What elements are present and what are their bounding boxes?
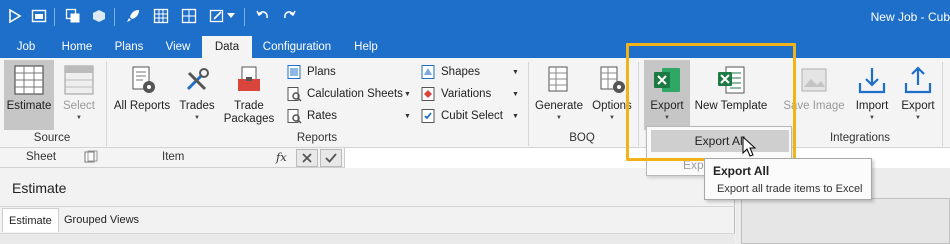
title-bar: New Job - Cub [0,0,950,36]
group-label-integrations: Integrations [829,132,891,144]
trade-packages-button[interactable]: Trade Packages [222,60,276,130]
rates-search-icon [286,108,302,124]
sheet-label: Sheet [26,151,57,163]
ribbon: Estimate Select ▼ Source All Reports Tra… [0,58,950,148]
chevron-down-icon: ▼ [915,115,921,121]
generate-button[interactable]: Generate ▼ [532,60,586,130]
toolbar-separator [54,8,55,26]
tooltip-description: Export all trade items to Excel [717,183,863,195]
undo-icon[interactable] [254,7,272,25]
group-label-boq: BOQ [569,132,595,144]
tab-plans[interactable]: Plans [108,36,150,58]
generate-sheet-icon [543,64,575,96]
tab-help[interactable]: Help [346,36,386,58]
image-icon [798,64,830,96]
tab-home[interactable]: Home [56,36,98,58]
cancel-edit-button[interactable] [296,149,318,167]
tab-configuration[interactable]: Configuration [256,36,338,58]
window-title: New Job - Cub [870,10,950,24]
shapes-icon [420,64,436,80]
mouse-cursor-icon [742,135,758,158]
shapes-button[interactable]: Shapes ▼ [420,62,519,82]
estimate-toolbar [0,233,735,244]
select-grid-icon [63,64,95,96]
pane-title: Estimate [12,180,67,196]
calculation-sheets-button[interactable]: Calculation Sheets ▼ [286,84,411,104]
chevron-down-icon: ▼ [512,68,519,76]
chevron-down-icon[interactable] [226,7,236,25]
calculator-search-icon [286,86,302,102]
confirm-edit-button[interactable] [320,149,342,167]
variations-button[interactable]: Variations ▼ [420,84,519,104]
tooltip-title: Export All [713,164,770,178]
tab-grouped-views[interactable]: Grouped Views [58,208,145,232]
import-button[interactable]: Import ▼ [850,60,894,130]
chevron-down-icon: ▼ [556,115,562,121]
plans-icon [286,64,302,80]
cubit-select-icon [420,108,436,124]
cubes-icon[interactable] [90,7,108,25]
toolbox-icon [233,64,265,96]
tools-icon [181,64,213,96]
chevron-down-icon: ▼ [512,112,519,120]
export-icon [902,64,934,96]
chevron-down-icon: ▼ [512,90,519,98]
highlight-box [626,43,796,161]
ribbon-tabs: Job Home Plans View Data Configuration H… [0,36,950,58]
select-button[interactable]: Select ▼ [58,60,100,130]
toolbar-separator [244,8,245,26]
all-reports-button[interactable]: All Reports [112,60,172,130]
grid-icon[interactable] [152,7,170,25]
integrations-export-button[interactable]: Export ▼ [896,60,940,130]
tab-data[interactable]: Data [202,36,252,58]
import-icon [856,64,888,96]
trades-button[interactable]: Trades ▼ [176,60,218,130]
plans-report-button[interactable]: Plans [286,62,336,82]
group-separator [942,62,943,146]
chevron-down-icon: ▼ [76,115,82,121]
redo-icon[interactable] [280,7,298,25]
grid-alt-icon[interactable] [180,7,198,25]
report-gear-icon [126,64,158,96]
group-label-reports: Reports [296,132,338,144]
estimate-grid-icon [13,64,45,96]
edit-icon[interactable] [208,7,226,25]
chevron-down-icon: ▼ [404,112,411,120]
sheet-picker-icon[interactable] [84,150,98,167]
options-gear-icon [596,64,628,96]
window-icon[interactable] [30,7,48,25]
item-label: Item [162,151,185,163]
cubit-select-button[interactable]: Cubit Select ▼ [420,106,519,126]
group-label-source: Source [33,132,71,144]
rocket-icon[interactable] [124,7,142,25]
tab-job[interactable]: Job [6,36,46,58]
app-logo-icon [6,7,24,25]
rates-button[interactable]: Rates ▼ [286,106,411,126]
chevron-down-icon: ▼ [869,115,875,121]
fx-label: fx [276,150,287,164]
group-separator [106,62,107,146]
chevron-down-icon: ▼ [404,90,411,98]
tooltip: Export All Export all trade items to Exc… [704,158,872,200]
group-separator [528,62,529,146]
tab-estimate[interactable]: Estimate [2,208,59,232]
side-panel [741,198,950,244]
chevron-down-icon: ▼ [194,115,200,121]
toolbar-separator [114,8,115,26]
divider [0,206,735,207]
estimate-button[interactable]: Estimate [4,60,54,130]
copy-icon[interactable] [64,7,82,25]
variations-icon [420,86,436,102]
chevron-down-icon: ▼ [609,115,615,121]
estimate-pane: Estimate Estimate Grouped Views [0,168,735,244]
tab-view[interactable]: View [158,36,198,58]
